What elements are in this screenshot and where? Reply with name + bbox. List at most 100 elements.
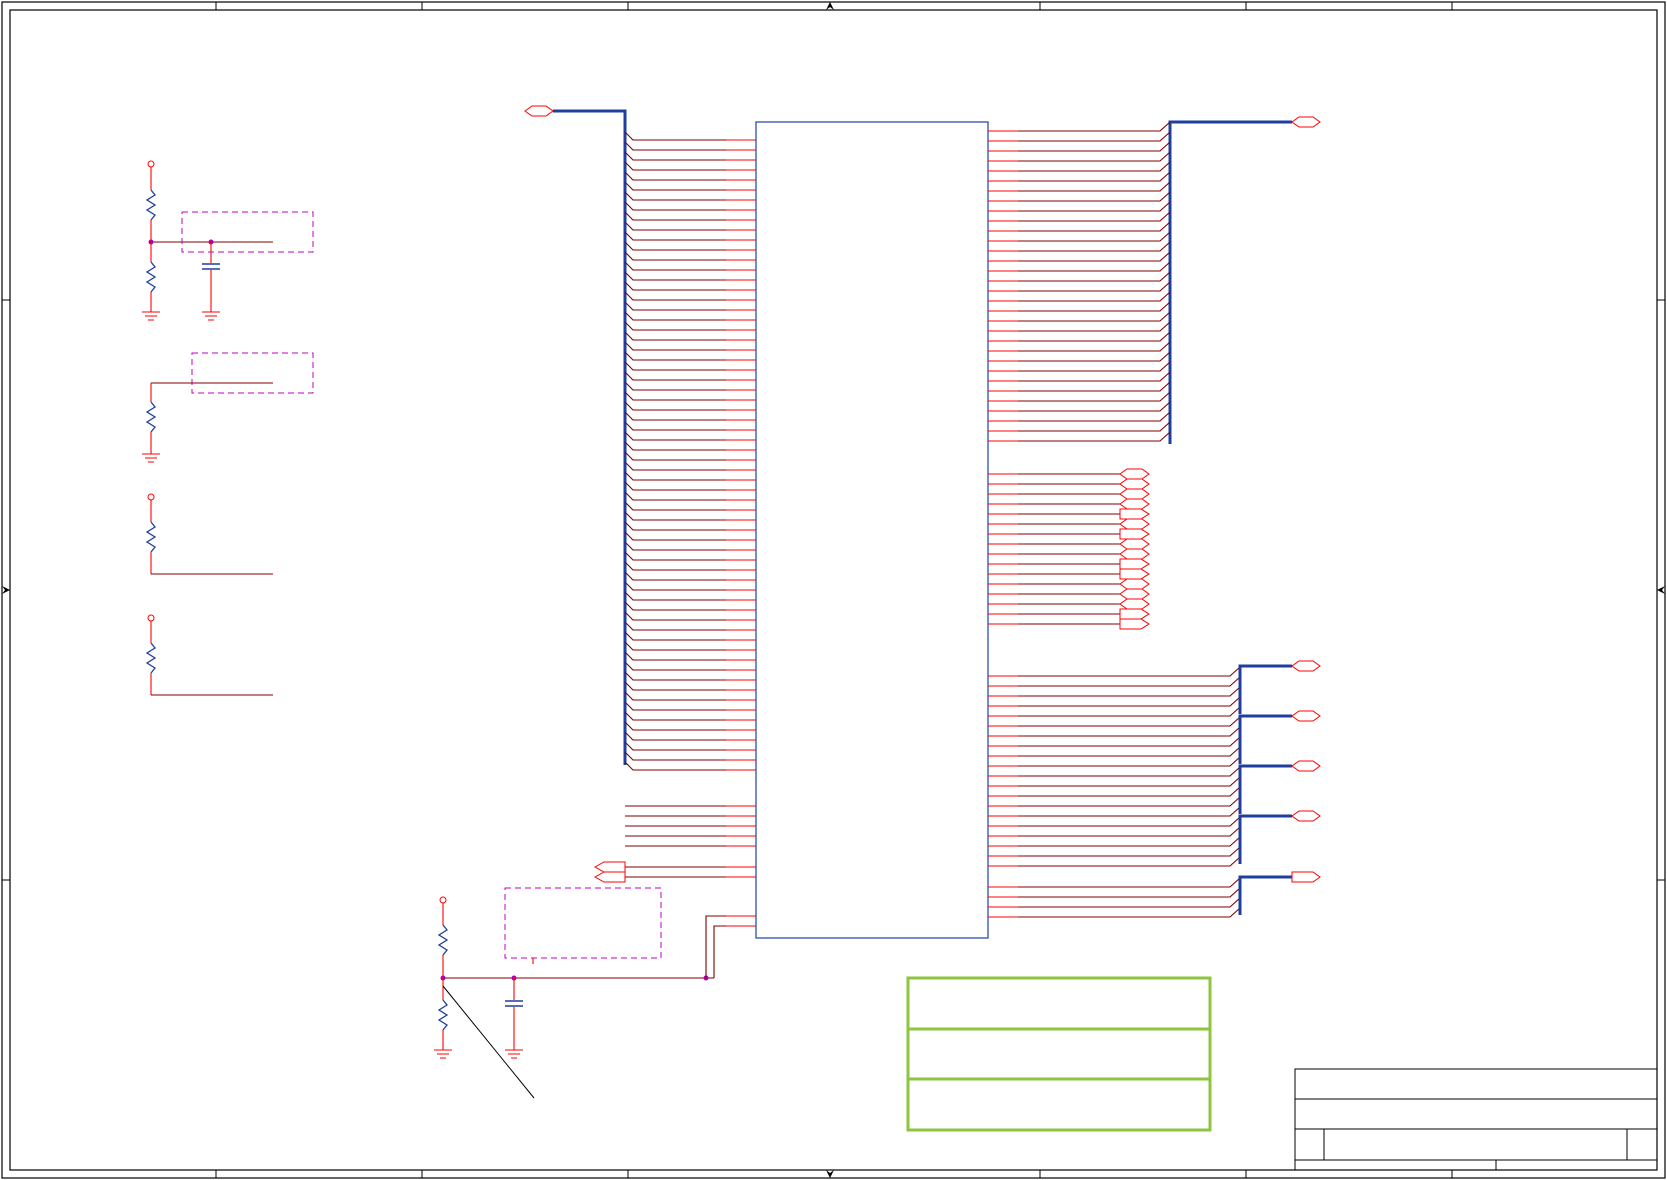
right-signal-port[interactable] <box>1119 518 1150 530</box>
right-upper-bus <box>1168 116 1321 444</box>
left-bus-wire <box>624 301 726 311</box>
right-signal-port[interactable] <box>1119 588 1150 600</box>
left-bus-wire <box>624 191 726 201</box>
right-signal-ports <box>988 468 1150 630</box>
left-bus-wire <box>624 251 726 261</box>
left-bus-wire <box>624 431 726 441</box>
right-bus-wire <box>1018 261 1171 272</box>
right-signal-port[interactable] <box>1119 548 1150 560</box>
right-lower-bus-port[interactable] <box>1291 871 1321 883</box>
right-bus-wire <box>1018 241 1171 252</box>
right-bus-wire <box>1018 401 1171 412</box>
left-bus-wire <box>624 681 726 691</box>
right-lower-bus-port[interactable] <box>1291 710 1321 722</box>
right-bus-wire <box>1018 251 1171 262</box>
left-bus-wire <box>624 261 726 271</box>
left-bus-wire <box>624 241 726 251</box>
right-bus-wire <box>1018 231 1171 242</box>
left-bus-wire <box>624 341 726 351</box>
right-signal-port[interactable] <box>1119 608 1150 620</box>
left-bus-wire <box>624 451 726 461</box>
left-bus-wire <box>624 281 726 291</box>
left-bus-wire <box>624 321 726 331</box>
left-bus-wire <box>624 671 726 681</box>
left-bus-wire <box>624 271 726 281</box>
left-bus-wire <box>624 651 726 661</box>
left-bus-wire <box>624 331 726 341</box>
left-bus-wire <box>624 481 726 491</box>
left-port-2[interactable] <box>593 871 626 883</box>
info-box <box>906 976 1212 1132</box>
left-bus-wire <box>624 691 726 701</box>
right-upper-bus-port[interactable] <box>1291 116 1321 128</box>
left-bus-wire <box>624 231 726 241</box>
right-signal-port[interactable] <box>1119 508 1150 520</box>
left-bus-wire <box>624 531 726 541</box>
center-arrow-right-icon <box>1657 586 1665 594</box>
reset-circuit <box>434 887 756 1099</box>
left-bus-wire <box>624 611 726 621</box>
left-bus-wire <box>624 361 726 371</box>
left-bus-wire <box>624 151 726 161</box>
left-bus-wire <box>624 581 726 591</box>
right-signal-port[interactable] <box>1119 468 1150 480</box>
right-signal-port[interactable] <box>1119 498 1150 510</box>
left-bus-wire <box>624 421 726 431</box>
main-ic[interactable] <box>755 121 989 939</box>
left-bus-wire <box>624 401 726 411</box>
right-bus-wire <box>1018 201 1171 212</box>
right-lower-bus-port[interactable] <box>1291 660 1321 672</box>
left-bus-wire <box>624 621 726 631</box>
right-signal-port[interactable] <box>1119 618 1150 630</box>
right-bus-wire <box>1018 131 1171 142</box>
center-arrow-left-icon <box>2 586 10 594</box>
left-bus-wires <box>624 131 756 771</box>
right-signal-port[interactable] <box>1119 568 1150 580</box>
right-bus-wire <box>1018 211 1171 222</box>
right-bus-wire <box>1018 181 1171 192</box>
right-signal-port[interactable] <box>1119 578 1150 590</box>
left-bus-wire <box>624 761 726 771</box>
right-lower-bus-groups <box>988 660 1321 918</box>
right-upper-bus-wires <box>988 121 1171 442</box>
right-signal-port[interactable] <box>1119 598 1150 610</box>
right-signal-port[interactable] <box>1119 478 1150 490</box>
right-bus-wire <box>1018 301 1171 312</box>
center-arrow-top-icon <box>826 2 834 10</box>
left-bus-wire <box>624 551 726 561</box>
right-bus-wire <box>1018 361 1171 372</box>
right-signal-port[interactable] <box>1119 528 1150 540</box>
left-bus-wire <box>624 471 726 481</box>
right-signal-port[interactable] <box>1119 538 1150 550</box>
left-port-1[interactable] <box>593 861 626 873</box>
left-bus-wire <box>624 161 726 171</box>
right-bus-wire <box>1018 381 1171 392</box>
right-bus-wire <box>1018 341 1171 352</box>
left-bus-wire <box>624 571 726 581</box>
left-bus-wire <box>624 461 726 471</box>
right-bus-wire <box>1018 321 1171 332</box>
right-bus-wire <box>1018 141 1171 152</box>
left-bus-wire <box>624 181 726 191</box>
left-bus-port[interactable] <box>524 105 554 117</box>
pullup-circuit-1 <box>145 493 273 575</box>
left-bus-wire <box>624 201 726 211</box>
left-bus-wire <box>624 641 726 651</box>
right-signal-port[interactable] <box>1119 488 1150 500</box>
right-bus-wire <box>1018 221 1171 232</box>
right-bus-wire <box>1018 371 1171 382</box>
left-bus-wire <box>624 601 726 611</box>
right-bus-wire <box>1018 351 1171 362</box>
right-bus-wire <box>1018 171 1171 182</box>
left-bus-wire <box>624 211 726 221</box>
right-lower-bus-port[interactable] <box>1291 810 1321 822</box>
right-bus-wire <box>1018 331 1171 342</box>
right-signal-port[interactable] <box>1119 558 1150 570</box>
left-bus-wire <box>624 371 726 381</box>
right-lower-bus-port[interactable] <box>1291 760 1321 772</box>
left-bus-wire <box>624 291 726 301</box>
left-bus-wire <box>624 141 726 151</box>
left-bus-wire <box>624 391 726 401</box>
left-bus-wire <box>624 741 726 751</box>
right-bus-wire <box>1018 291 1171 302</box>
